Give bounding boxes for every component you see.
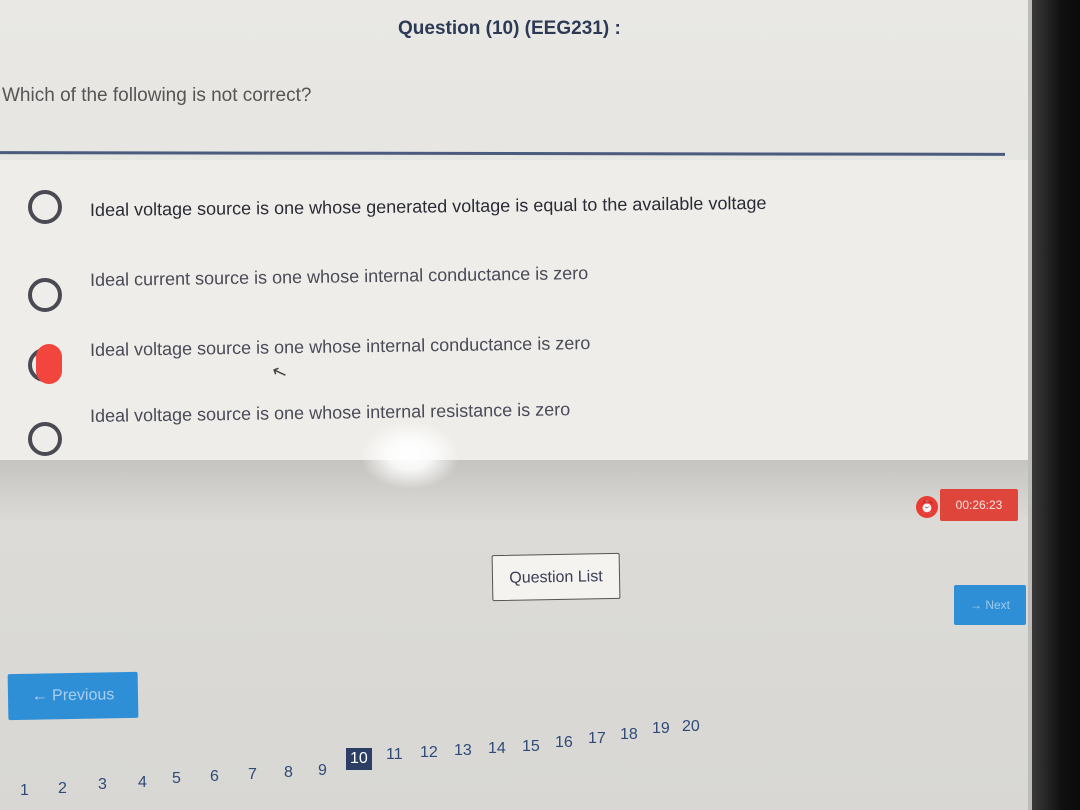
page-number[interactable]: 16 — [555, 734, 573, 752]
answer-option-label: Ideal current source is one whose intern… — [89, 263, 589, 290]
page-number[interactable]: 7 — [248, 766, 257, 784]
page-number-current[interactable]: 10 — [346, 748, 372, 770]
page-number[interactable]: 17 — [588, 730, 606, 748]
page-number[interactable]: 12 — [420, 744, 438, 762]
page-number[interactable]: 3 — [98, 776, 107, 794]
alarm-clock-icon: ⏰ — [916, 496, 938, 518]
radio-button-selected[interactable] — [28, 344, 62, 384]
arrow-right-icon: → — [969, 598, 982, 612]
page-number[interactable]: 14 — [488, 740, 506, 758]
next-button-label: Next — [985, 598, 1011, 612]
page-number[interactable]: 19 — [652, 720, 670, 738]
monitor-bezel — [1032, 0, 1080, 810]
answer-option-label: Ideal voltage source is one whose intern… — [89, 399, 571, 426]
question-list-button[interactable]: Question List — [491, 552, 621, 602]
page-title: Question (10) (EEG231) : — [398, 18, 621, 39]
page-number[interactable]: 15 — [522, 738, 540, 756]
answer-option[interactable]: Ideal voltage source is one whose intern… — [0, 330, 900, 384]
divider — [0, 151, 1006, 156]
arrow-left-icon: ← — [31, 687, 48, 705]
previous-button-label: Previous — [51, 686, 115, 705]
next-button[interactable]: → Next — [954, 585, 1026, 625]
radio-button[interactable] — [28, 278, 62, 312]
page-number[interactable]: 1 — [20, 782, 29, 800]
question-pager: 1 2 3 4 5 6 7 8 9 10 11 12 13 14 15 16 1… — [20, 712, 740, 802]
page-number[interactable]: 2 — [58, 780, 67, 798]
page-number[interactable]: 5 — [172, 770, 181, 788]
page-number[interactable]: 8 — [284, 764, 293, 782]
countdown-timer: 00:26:23 — [940, 489, 1018, 521]
question-text: Which of the following is not correct? — [2, 85, 312, 106]
page-number[interactable]: 4 — [138, 774, 147, 792]
radio-button[interactable] — [28, 422, 62, 456]
screen: Question (10) (EEG231) : Which of the fo… — [0, 0, 1080, 810]
radio-button[interactable] — [28, 190, 62, 224]
page-number[interactable]: 6 — [210, 768, 219, 786]
answer-option-label: Ideal voltage source is one whose intern… — [89, 333, 591, 360]
page-number[interactable]: 9 — [318, 762, 327, 780]
page-number[interactable]: 11 — [386, 746, 403, 764]
page-number[interactable]: 18 — [620, 726, 638, 744]
page-number[interactable]: 20 — [682, 718, 700, 736]
answer-option[interactable]: Ideal voltage source is one whose genera… — [0, 188, 900, 238]
page-number[interactable]: 13 — [454, 742, 472, 760]
answer-option[interactable]: Ideal current source is one whose intern… — [0, 263, 900, 314]
light-glare — [360, 420, 460, 490]
answer-option-label: Ideal voltage source is one whose genera… — [89, 192, 767, 220]
